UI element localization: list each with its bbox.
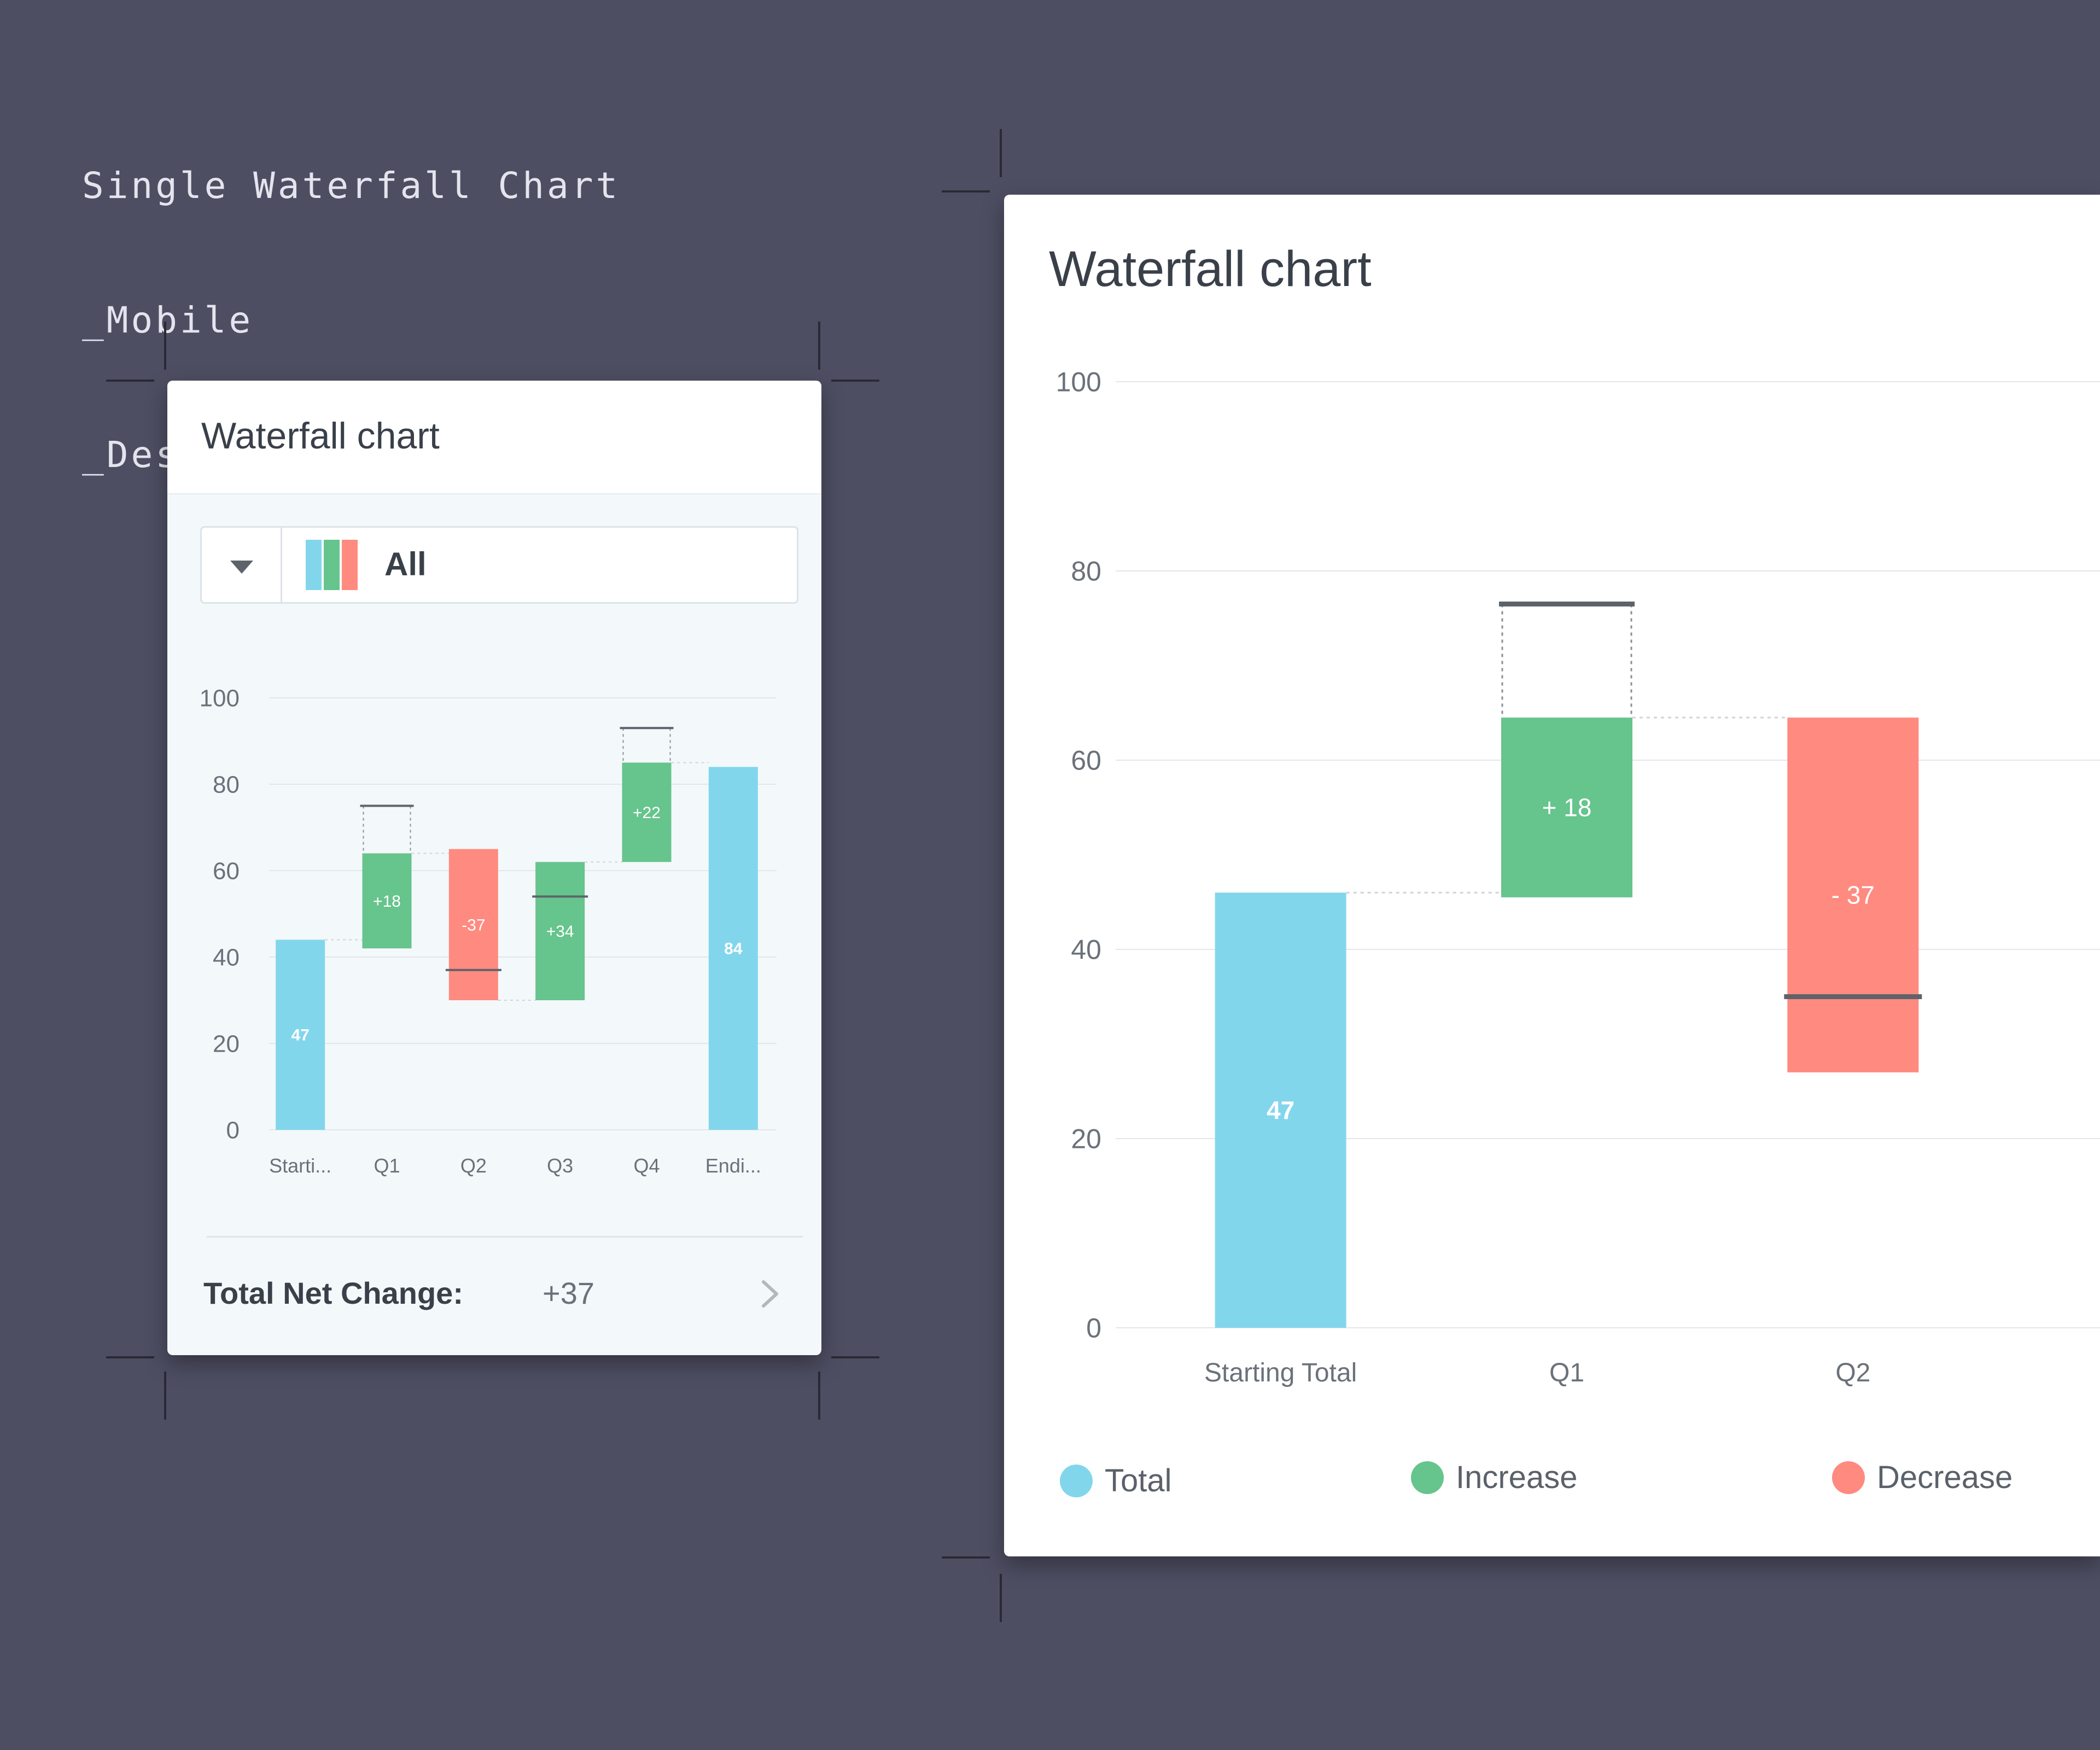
net-change-label: Total Net Change: — [203, 1276, 463, 1310]
crop-mark — [164, 322, 166, 370]
legend-dot-total — [1060, 1465, 1093, 1497]
bar-value-label: +18 — [373, 892, 401, 911]
legend-label-decrease: Decrease — [1877, 1460, 2013, 1495]
y-tick-label: 100 — [200, 685, 240, 711]
crop-mark — [818, 322, 820, 370]
y-tick-label: 60 — [1071, 745, 1101, 776]
crop-mark — [818, 1372, 820, 1420]
legend-label-total: Total — [1105, 1463, 1172, 1498]
crop-mark — [1000, 129, 1002, 177]
y-tick-label: 0 — [1086, 1313, 1101, 1344]
y-tick-label: 20 — [1071, 1124, 1101, 1154]
chevron-right-icon[interactable] — [754, 1278, 786, 1310]
x-tick-label: Q1 — [1549, 1358, 1584, 1387]
mobile-card: Waterfall chart All 0 20 40 60 80 100 47 Starti… — [167, 381, 821, 1355]
crop-mark — [942, 190, 990, 192]
bar-value-label: + 18 — [1542, 794, 1592, 822]
caption-title: Single Waterfall Chart — [82, 165, 621, 207]
crop-mark — [106, 380, 154, 382]
bar-value-label: +34 — [546, 923, 574, 941]
bar-value-label: 47 — [291, 1026, 309, 1045]
x-tick-label: Starti... — [269, 1154, 331, 1177]
x-tick-label: Q4 — [633, 1154, 660, 1177]
y-tick-label: 60 — [213, 858, 240, 884]
y-tick-label: 80 — [1071, 556, 1101, 587]
crop-mark — [1000, 1574, 1002, 1622]
bar-value-label: +22 — [633, 804, 661, 822]
x-tick-label: Q3 — [547, 1154, 573, 1177]
bar-value-label: - 37 — [1831, 881, 1875, 909]
y-tick-label: 100 — [1056, 367, 1101, 398]
y-tick-label: 80 — [213, 771, 240, 798]
crop-mark — [942, 1556, 990, 1559]
bar-value-label: -37 — [462, 916, 485, 934]
desktop-card: Waterfall chart 0 20 40 60 80 100 47 Starting T… — [1004, 195, 2100, 1556]
legend-dot-increase — [1411, 1461, 1444, 1494]
x-tick-label: Q2 — [1835, 1358, 1870, 1387]
bar-value-label: 47 — [1267, 1096, 1294, 1124]
crop-mark — [831, 380, 879, 382]
mobile-waterfall-chart: 0 20 40 60 80 100 47 Starti... +18 Q1 -37 Q2 +34 Q3 +2… — [200, 685, 777, 1177]
caption-mobile: _Mobile — [82, 299, 254, 341]
net-change-value: +37 — [542, 1276, 594, 1310]
x-tick-label: Q2 — [460, 1154, 487, 1177]
crop-mark — [106, 1356, 154, 1358]
y-tick-label: 40 — [213, 944, 240, 971]
y-tick-label: 0 — [226, 1117, 240, 1144]
footer-divider — [207, 1236, 803, 1238]
crop-mark — [831, 1356, 879, 1358]
x-tick-label: Q1 — [374, 1154, 400, 1177]
x-tick-label: Endi... — [705, 1154, 761, 1177]
legend-dot-decrease — [1832, 1461, 1865, 1494]
bar-value-label: 84 — [724, 940, 743, 958]
desktop-waterfall-chart: 0 20 40 60 80 100 47 Starting Total + 18 Q1 - 37 Q2 — [1056, 367, 2100, 1387]
legend-label-increase: Increase — [1456, 1460, 1578, 1495]
crop-mark — [164, 1372, 166, 1420]
y-tick-label: 40 — [1071, 935, 1101, 965]
x-tick-label: Starting Total — [1204, 1358, 1357, 1387]
y-tick-label: 20 — [213, 1030, 240, 1057]
